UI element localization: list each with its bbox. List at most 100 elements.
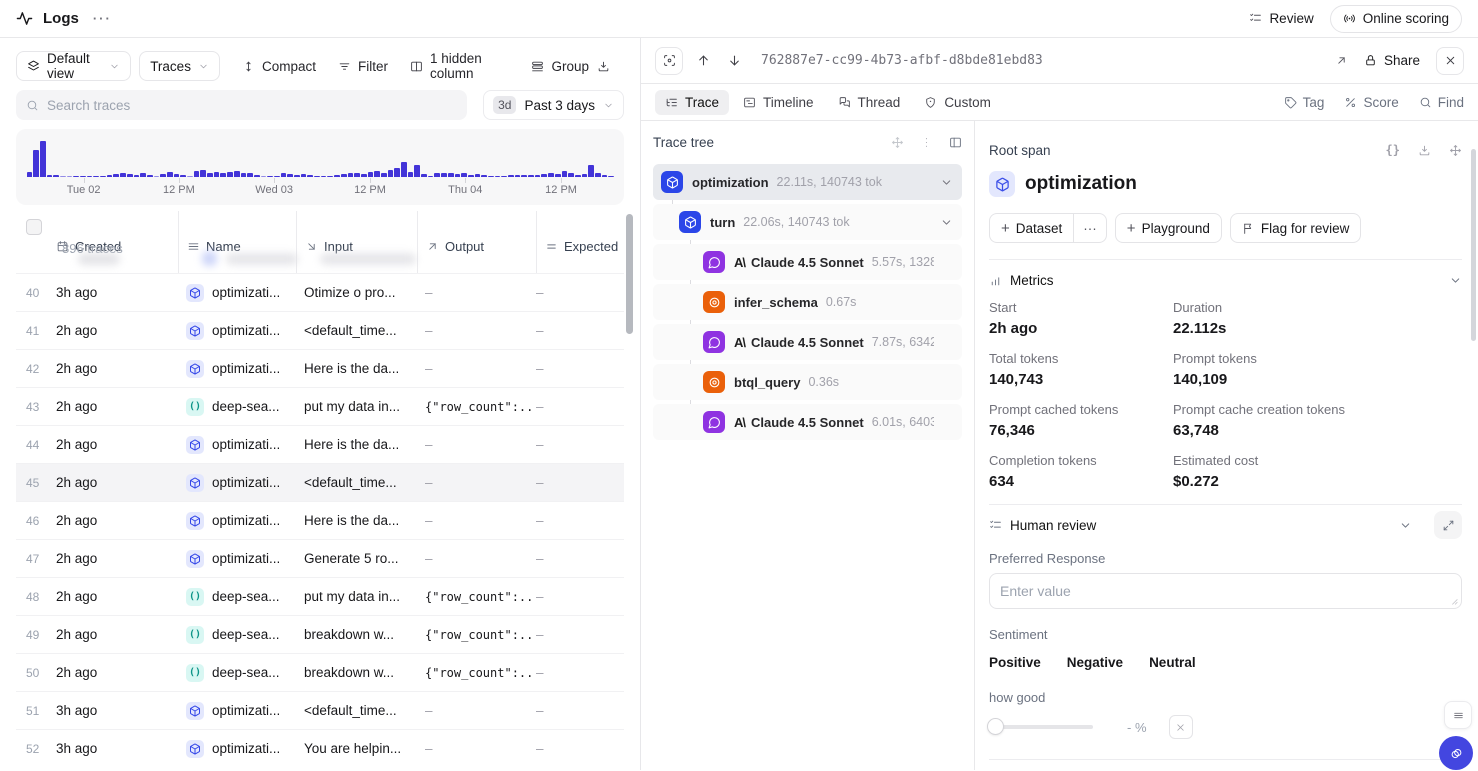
histogram-bars [26,141,614,177]
move-icon[interactable] [1449,144,1462,157]
view-selector[interactable]: Default view [16,51,131,81]
add-to-playground-button[interactable]: + Playground [1115,213,1222,243]
table-row[interactable]: 50 2h ago () deep-sea... breakdown w... … [16,653,624,691]
trace-span-row[interactable]: A\ Claude 4.5 Sonnet 7.87s, 63426 tok [653,324,962,360]
tool-icon [703,371,725,393]
left-scrollbar-thumb[interactable] [626,214,633,334]
time-range-selector[interactable]: 3d Past 3 days [483,90,624,120]
preferred-response-input[interactable] [989,573,1462,609]
download-button[interactable] [597,60,610,73]
hidden-columns-button[interactable]: 1 hidden column [410,51,509,81]
column-header-expected[interactable]: Expected [536,211,624,273]
prev-trace-button[interactable] [693,53,714,68]
tree-icon [665,96,678,109]
chevron-down-icon[interactable] [1449,274,1462,287]
trace-span-row[interactable]: infer_schema 0.67s [653,284,962,320]
clear-score-button[interactable] [1169,715,1193,739]
sentiment-negative-button[interactable]: Negative [1067,655,1123,670]
column-header-output[interactable]: Output [417,211,536,273]
row-output: – [417,741,536,756]
json-view-icon[interactable]: {} [1386,143,1400,157]
tab-custom[interactable]: Custom [914,90,1001,115]
row-expected: – [536,741,624,756]
table-row[interactable]: 43 2h ago () deep-sea... put my data in.… [16,387,624,425]
filter-button[interactable]: Filter [338,59,388,74]
trace-span-row[interactable]: A\ Claude 4.5 Sonnet 5.57s, 13283 tok [653,244,962,280]
table-row[interactable]: 41 2h ago () optimizati... <default_time… [16,311,624,349]
table-row[interactable]: 47 2h ago () optimizati... Generate 5 ro… [16,539,624,577]
table-row[interactable]: 51 3h ago () optimizati... <default_time… [16,691,624,729]
tree-menu-icon[interactable] [920,136,933,149]
traces-selector[interactable]: Traces [139,51,220,81]
table-row[interactable]: 48 2h ago () deep-sea... put my data in.… [16,577,624,615]
more-menu-icon[interactable]: ··· [93,11,112,26]
download-icon[interactable] [1418,144,1431,157]
row-number: 43 [16,400,56,414]
tag-button[interactable]: Tag [1284,95,1325,110]
compact-toggle[interactable]: Compact [242,59,316,74]
table-row[interactable]: 45 2h ago () optimizati... <default_time… [16,463,624,501]
flag-for-review-button[interactable]: Flag for review [1230,213,1362,243]
metric-label: Prompt cache creation tokens [1173,402,1462,417]
table-row[interactable]: 52 3h ago () optimizati... You are helpi… [16,729,624,767]
search-traces-box[interactable] [16,90,467,120]
find-button[interactable]: Find [1419,95,1464,110]
row-output: – [417,361,536,376]
add-to-dataset-button[interactable]: + Dataset [989,213,1073,243]
online-scoring-button[interactable]: Online scoring [1330,5,1462,33]
chevron-down-icon[interactable] [940,216,953,229]
group-button[interactable]: Group [531,59,589,74]
trace-volume-histogram[interactable]: Tue 0212 PMWed 0312 PMThu 0412 PM [16,129,624,205]
trace-span-row[interactable]: A\ Claude 4.5 Sonnet 6.01s, 64034 tok [653,404,962,440]
metric-label: Prompt cached tokens [989,402,1173,417]
trace-span-row[interactable]: btql_query 0.36s [653,364,962,400]
chevron-down-icon[interactable] [940,176,953,189]
sentiment-positive-button[interactable]: Positive [989,655,1041,670]
drag-handle-button[interactable] [1444,701,1472,729]
trace-span-row[interactable]: optimization 22.11s, 140743 tok [653,164,962,200]
row-number: 52 [16,742,56,756]
trace-span-row[interactable]: turn 22.06s, 140743 tok [653,204,962,240]
open-in-new-button[interactable] [1335,54,1348,67]
human-review-section-header[interactable]: Human review [989,505,1462,545]
tab-thread[interactable]: Thread [828,90,911,115]
share-button[interactable]: Share [1364,53,1420,68]
right-scrollbar-thumb[interactable] [1471,149,1476,341]
dataset-more-button[interactable]: ··· [1073,213,1107,243]
row-input: Here is the da... [296,437,417,452]
sentiment-neutral-button[interactable]: Neutral [1149,655,1196,670]
row-expected: – [536,399,624,414]
resize-handle-icon[interactable] [1448,595,1459,606]
next-trace-button[interactable] [724,53,745,68]
row-number: 50 [16,666,56,680]
search-input[interactable] [47,98,457,113]
select-all-checkbox[interactable] [26,219,42,235]
tab-timeline[interactable]: Timeline [733,90,824,115]
move-icon[interactable] [891,136,904,149]
focus-span-button[interactable] [655,47,683,75]
row-type-icon: () [186,360,204,378]
metrics-grid: Start 2h ago Duration 22.112s Total toke… [989,300,1462,490]
span-title: optimization [1025,173,1137,195]
table-row[interactable]: 49 2h ago () deep-sea... breakdown w... … [16,615,624,653]
table-row[interactable]: 44 2h ago () optimizati... Here is the d… [16,425,624,463]
panel-toggle-icon[interactable] [949,136,962,149]
how-good-slider[interactable] [989,725,1093,729]
metrics-section-header[interactable]: Metrics [989,260,1462,300]
expand-review-button[interactable] [1434,511,1462,539]
table-row[interactable]: 42 2h ago () optimizati... Here is the d… [16,349,624,387]
metric-label: Estimated cost [1173,453,1462,468]
assistant-fab[interactable] [1439,736,1473,770]
chevron-down-icon[interactable] [1399,519,1412,532]
close-panel-button[interactable] [1436,47,1464,75]
slider-knob[interactable] [987,718,1004,735]
search-icon [1419,96,1432,109]
score-button[interactable]: Score [1344,95,1398,110]
tab-trace[interactable]: Trace [655,90,729,115]
span-name: Claude 4.5 Sonnet [751,335,864,350]
axis-tick [84,178,85,183]
review-button[interactable]: Review [1249,11,1313,26]
table-row[interactable]: 46 2h ago () optimizati... Here is the d… [16,501,624,539]
row-output: – [417,437,536,452]
table-row[interactable]: 40 3h ago () optimizati... Otimize o pro… [16,273,624,311]
